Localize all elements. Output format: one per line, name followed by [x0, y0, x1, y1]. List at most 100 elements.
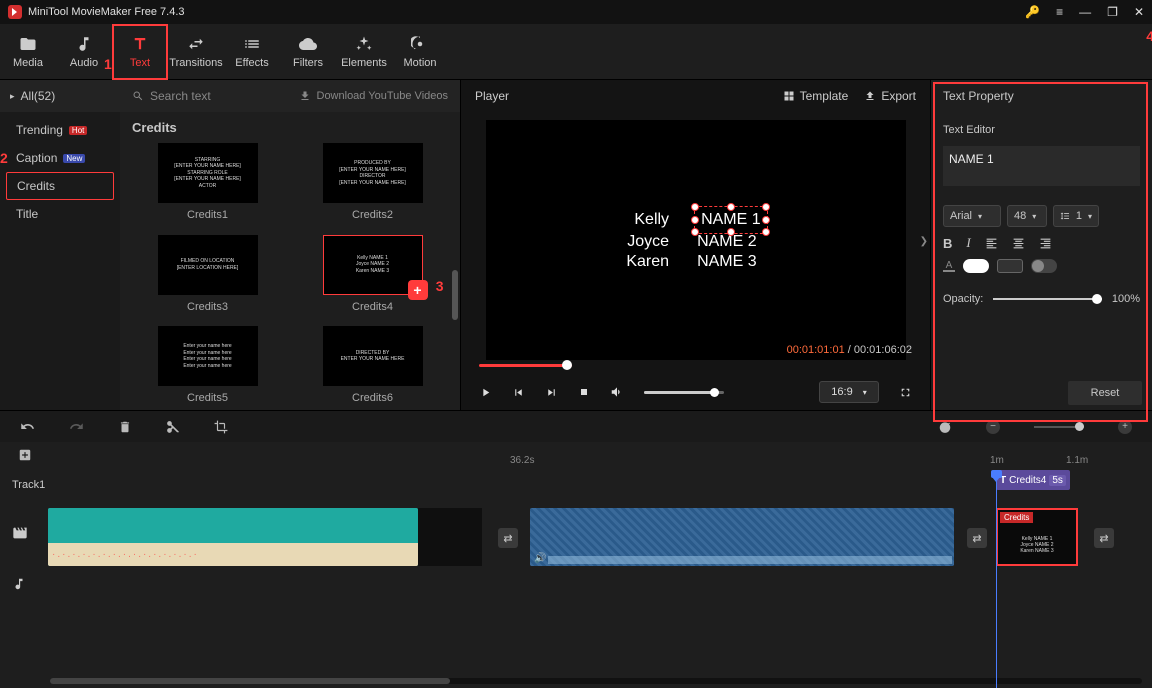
text-track[interactable]: Track1 T Credits4 5s	[0, 470, 1152, 500]
opacity-value: 100%	[1112, 293, 1140, 305]
audio-track[interactable]	[0, 568, 1152, 602]
category-credits[interactable]: Credits	[6, 172, 114, 200]
download-youtube-button[interactable]: Download YouTube Videos	[299, 90, 449, 102]
transition-button-2[interactable]: ⇄	[967, 528, 987, 548]
split-button[interactable]	[166, 420, 180, 434]
thumb-credits6[interactable]: DIRECTED BYENTER YOUR NAME HERECredits6	[305, 326, 440, 410]
video-clip-beach[interactable]	[48, 508, 418, 566]
category-caption[interactable]: 2CaptionNew	[6, 144, 114, 172]
hamburger-menu-icon[interactable]: ≡	[1056, 5, 1063, 19]
tab-filters[interactable]: Filters	[280, 24, 336, 80]
reset-button[interactable]: Reset	[1068, 381, 1142, 405]
thumb-credits2[interactable]: PRODUCED BY[ENTER YOUR NAME HERE]DIRECTO…	[305, 143, 440, 227]
gap	[418, 508, 482, 566]
music-icon	[75, 35, 93, 53]
progress-bar[interactable]	[461, 356, 930, 374]
aspect-ratio-select[interactable]: 16:9▾	[819, 381, 879, 403]
video-clip-ocean[interactable]: 🔊	[530, 508, 954, 566]
category-trending[interactable]: TrendingHot	[6, 116, 114, 144]
highlight-toggle[interactable]	[1031, 259, 1057, 273]
tab-motion[interactable]: Motion	[392, 24, 448, 80]
opacity-slider[interactable]	[993, 298, 1102, 300]
next-frame-button[interactable]	[545, 386, 558, 399]
font-size-select[interactable]: 48▾	[1007, 205, 1047, 227]
prev-frame-button[interactable]	[512, 386, 525, 399]
maximize-button[interactable]: ❐	[1107, 5, 1118, 19]
text-color-icon[interactable]: A	[943, 260, 955, 272]
text-property-panel: Text Property Text Editor NAME 1 Arial▾ …	[930, 80, 1152, 410]
tab-transitions[interactable]: Transitions	[168, 24, 224, 80]
license-key-icon[interactable]: 🔑	[1025, 5, 1040, 19]
add-media-icon[interactable]	[18, 448, 32, 465]
add-to-timeline-button[interactable]: +	[408, 280, 428, 300]
text-icon	[131, 35, 149, 53]
highlight-label-icon[interactable]	[997, 259, 1023, 273]
category-title[interactable]: Title	[6, 200, 114, 228]
line-spacing-icon	[1060, 211, 1070, 221]
close-button[interactable]: ✕	[1134, 5, 1144, 19]
align-left-button[interactable]	[985, 237, 998, 250]
expand-chevron-icon[interactable]: ❯	[920, 236, 928, 247]
bold-button[interactable]: B	[943, 236, 952, 251]
line-spacing-select[interactable]: 1▾	[1053, 205, 1099, 227]
main-toolbar: MediaAudioText1TransitionsEffectsFilters…	[0, 24, 1152, 80]
cloud-icon	[299, 35, 317, 53]
template-button[interactable]: Template	[783, 89, 849, 103]
zoom-slider[interactable]	[1034, 426, 1084, 428]
transition-button-3[interactable]: ⇄	[1094, 528, 1114, 548]
align-center-button[interactable]	[1012, 237, 1025, 250]
export-button[interactable]: Export	[864, 89, 916, 103]
italic-button[interactable]: I	[966, 235, 970, 251]
volume-icon[interactable]	[610, 385, 624, 399]
annotation-4: 4	[1146, 28, 1152, 44]
edit-toolbar: − +	[0, 410, 1152, 442]
timeline-scrollbar[interactable]	[50, 678, 1142, 684]
zoom-in-button[interactable]: +	[1118, 420, 1132, 434]
transition-button-1[interactable]: ⇄	[498, 528, 518, 548]
speed-icon[interactable]	[938, 420, 952, 434]
text-clip-credits4[interactable]: T Credits4 5s	[996, 470, 1070, 490]
stop-button[interactable]	[578, 386, 590, 398]
tab-elements[interactable]: Elements	[336, 24, 392, 80]
tab-media[interactable]: Media	[0, 24, 56, 80]
crop-button[interactable]	[214, 420, 228, 434]
video-clip-credits[interactable]: Credits Kelly NAME 1 Joyce NAME 2 Karen …	[996, 508, 1078, 566]
zoom-out-button[interactable]: −	[986, 420, 1000, 434]
search-icon	[132, 90, 144, 102]
text-color-swatch[interactable]	[963, 259, 989, 273]
search-input[interactable]: Search text	[132, 89, 299, 103]
opacity-label: Opacity:	[943, 293, 983, 305]
property-title: Text Property	[931, 80, 1152, 112]
audio-track-icon	[12, 577, 26, 594]
category-sidebar: ▸ All(52) TrendingHot2CaptionNewCreditsT…	[0, 80, 120, 410]
video-track[interactable]: ⇄ 🔊 ⇄ Credits Kelly NAME 1 Joyce NAME 2 …	[0, 500, 1152, 568]
undo-button[interactable]	[20, 419, 35, 434]
minimize-button[interactable]: —	[1079, 5, 1091, 19]
text-editor-label: Text Editor	[943, 124, 1140, 136]
gallery-panel: Search text Download YouTube Videos Cred…	[120, 80, 460, 410]
align-right-button[interactable]	[1039, 237, 1052, 250]
thumb-credits5[interactable]: Enter your name hereEnter your name here…	[140, 326, 275, 410]
titlebar: MiniTool MovieMaker Free 7.4.3 🔑 ≡ — ❐ ✕	[0, 0, 1152, 24]
export-icon	[864, 90, 876, 102]
thumb-credits1[interactable]: STARRING[ENTER YOUR NAME HERE]STARRING R…	[140, 143, 275, 227]
player-canvas[interactable]: KellyNAME 1JoyceNAME 2KarenNAME 3	[486, 120, 906, 360]
play-button[interactable]	[479, 386, 492, 399]
tab-effects[interactable]: Effects	[224, 24, 280, 80]
filter-all[interactable]: ▸ All(52)	[0, 80, 120, 112]
text-editor-input[interactable]: NAME 1	[943, 146, 1140, 186]
volume-slider[interactable]	[644, 391, 724, 394]
fullscreen-button[interactable]	[899, 386, 912, 399]
gallery-scrollbar[interactable]	[452, 270, 458, 320]
thumb-credits4[interactable]: Kelly NAME 1Joyce NAME 2Karen NAME 3+3Cr…	[305, 235, 440, 319]
playhead[interactable]	[996, 470, 997, 688]
thumb-credits3[interactable]: FILMED ON LOCATION[ENTER LOCATION HERE]C…	[140, 235, 275, 319]
redo-button[interactable]	[69, 419, 84, 434]
timeline-ruler[interactable]: 36.2s 1m 1.1m	[0, 442, 1152, 470]
section-title: Credits	[120, 112, 460, 143]
font-family-select[interactable]: Arial▾	[943, 205, 1001, 227]
credits-preview: KellyNAME 1JoyceNAME 2KarenNAME 3	[626, 209, 764, 271]
swap-icon	[187, 35, 205, 53]
tab-text[interactable]: Text1	[112, 24, 168, 80]
delete-button[interactable]	[118, 420, 132, 434]
